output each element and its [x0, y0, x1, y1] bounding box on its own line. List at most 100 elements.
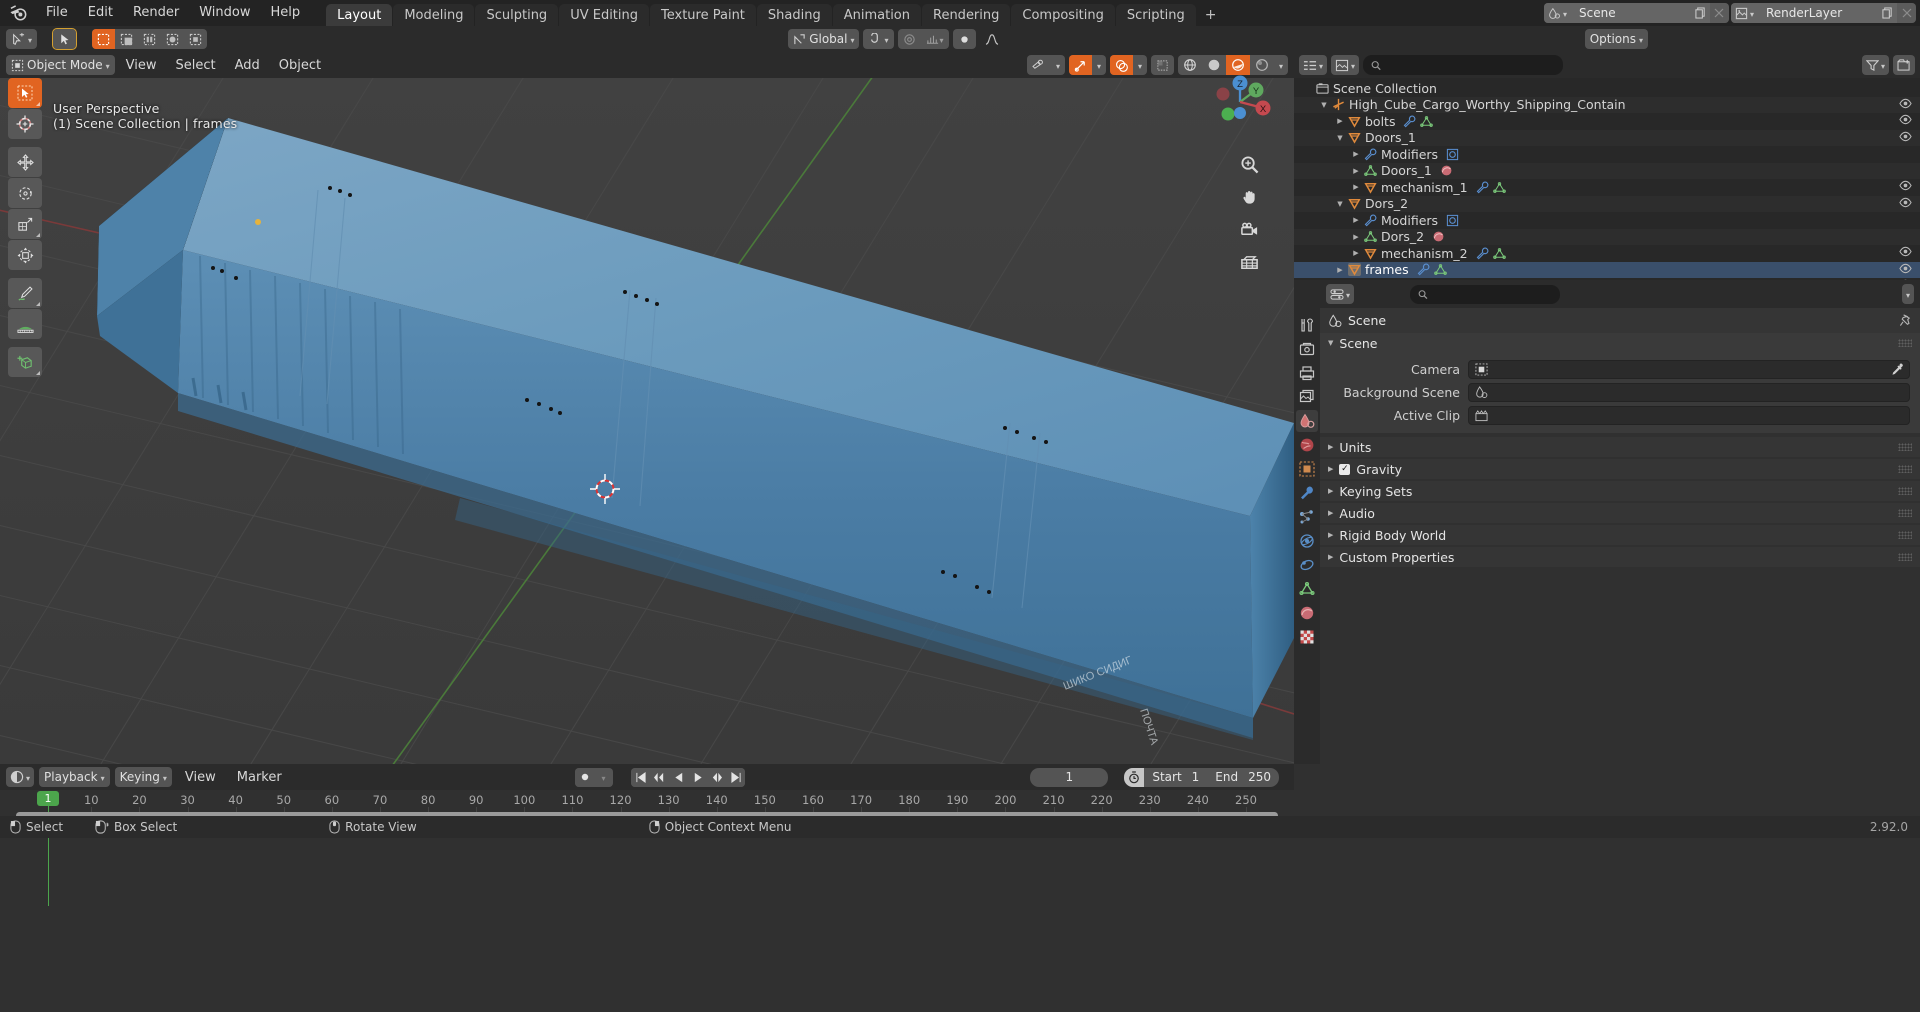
mesh-data-icon[interactable] [1433, 263, 1447, 276]
tab-rendering[interactable]: Rendering [922, 4, 1011, 28]
tool-transform[interactable] [8, 240, 42, 270]
chevron-down-icon[interactable]: ▼ [1334, 200, 1346, 208]
auto-keyframe-group[interactable]: ▾ [575, 767, 614, 787]
viewport-menu-object[interactable]: Object [271, 56, 329, 75]
panel-rigid-body-world[interactable]: ▶ Rigid Body World [1320, 525, 1920, 545]
gizmo-toggle-icon[interactable] [1068, 55, 1092, 75]
outliner-row-dors-2[interactable]: ▶ Dors_2 [1294, 228, 1920, 245]
mesh-data-icon[interactable] [1492, 181, 1506, 194]
jump-to-end-button[interactable] [726, 767, 746, 787]
tab-view-layer[interactable] [1296, 386, 1318, 408]
menu-file[interactable]: File [36, 2, 78, 24]
use-preview-range-icon[interactable] [1124, 767, 1145, 787]
3d-viewport[interactable]: Object Mode ▾ View Select Add Object ▾ ▾… [0, 52, 1294, 764]
eye-icon[interactable] [1899, 180, 1912, 191]
active-clip-field[interactable] [1468, 406, 1910, 425]
tab-object[interactable] [1296, 458, 1318, 480]
properties-search-box[interactable] [1410, 284, 1561, 304]
transform-orientation-selector[interactable]: Global ▾ [788, 29, 860, 49]
tool-tweak-select[interactable] [8, 78, 42, 108]
timeline-menu-marker[interactable]: Marker [229, 768, 290, 787]
prev-keyframe-button[interactable] [650, 767, 670, 787]
panel-gravity[interactable]: ▶ ✓ Gravity [1320, 459, 1920, 479]
falloff-curve-icon[interactable] [980, 29, 1004, 49]
overlays-group[interactable]: ▾ [1109, 55, 1147, 75]
panel-scene-header[interactable]: ▼ Scene [1320, 333, 1920, 353]
delete-view-layer-button[interactable] [1897, 3, 1916, 23]
panel-units[interactable]: ▶ Units [1320, 437, 1920, 457]
modifier-icon[interactable] [1446, 214, 1459, 227]
proportional-edit-icon[interactable] [898, 29, 921, 49]
outliner-display-mode-button[interactable]: ▾ [1331, 55, 1360, 75]
tool-move[interactable] [8, 147, 42, 177]
play-button[interactable] [688, 767, 708, 787]
gravity-checkbox[interactable]: ✓ [1339, 463, 1351, 475]
outliner-search-input[interactable] [1386, 58, 1556, 72]
add-workspace-button[interactable]: + [1197, 3, 1225, 27]
xray-group[interactable] [1150, 55, 1174, 75]
outliner-row-modifiers[interactable]: ▶ Modifiers [1294, 212, 1920, 229]
timeline-scrubber[interactable]: 10 20 30 40 50 60 70 80 90 100 110 120 130 140 150 160 1… [0, 790, 1294, 906]
chevron-right-icon[interactable]: ▶ [1350, 216, 1362, 224]
chevron-right-icon[interactable]: ▶ [1350, 249, 1362, 257]
jump-to-start-button[interactable] [631, 767, 651, 787]
timeline-menu-view[interactable]: View [177, 768, 224, 787]
menu-help[interactable]: Help [261, 2, 311, 24]
auto-keyframe-icon[interactable] [575, 767, 595, 787]
end-frame-field[interactable]: End 250 [1207, 768, 1279, 787]
outliner-row-high-cube-cargo-worthy-shipping-contain[interactable]: ▼ High_Cube_Cargo_Worthy_Shipping_Contain [1294, 96, 1920, 113]
orthographic-toggle-icon[interactable] [1237, 251, 1262, 276]
modifier-icon[interactable] [1446, 148, 1459, 161]
eye-icon[interactable] [1899, 279, 1912, 280]
timeline-editor-type-button[interactable]: ▾ [6, 767, 35, 787]
tab-world[interactable] [1296, 434, 1318, 456]
material-icon[interactable] [1432, 230, 1445, 243]
viewport-menu-add[interactable]: Add [227, 56, 268, 75]
mesh-data-icon[interactable] [1420, 115, 1434, 128]
material-icon[interactable] [1440, 164, 1453, 177]
eyedropper-icon[interactable] [1891, 363, 1904, 376]
tab-shading[interactable]: Shading [756, 4, 832, 28]
tab-scripting[interactable]: Scripting [1115, 4, 1196, 28]
blender-logo-icon[interactable] [6, 3, 30, 23]
tool-cursor[interactable] [8, 109, 42, 139]
chevron-right-icon[interactable]: ▶ [1334, 117, 1346, 125]
outliner-row-modifiers[interactable]: ▶ Modifiers [1294, 146, 1920, 163]
xray-toggle-icon[interactable] [1151, 55, 1174, 75]
tab-output[interactable] [1296, 362, 1318, 384]
wrench-icon[interactable] [1476, 247, 1489, 260]
chevron-right-icon[interactable]: ▶ [1350, 167, 1362, 175]
eye-icon[interactable] [1899, 197, 1912, 208]
tab-tool[interactable] [1296, 314, 1318, 336]
proportional-falloff-icon[interactable]: ▾ [921, 29, 949, 49]
panel-custom-properties[interactable]: ▶ Custom Properties [1320, 547, 1920, 567]
tab-material[interactable] [1296, 602, 1318, 624]
tab-modifiers[interactable] [1296, 482, 1318, 504]
tab-scene[interactable] [1296, 410, 1318, 432]
camera-field[interactable] [1468, 360, 1910, 379]
overlays-toggle-icon[interactable] [1109, 55, 1133, 75]
select-extend-icon[interactable] [115, 29, 138, 49]
view-layer-icon[interactable]: ▾ [1730, 3, 1758, 23]
start-frame-field[interactable]: Start 1 [1144, 768, 1207, 787]
tab-compositing[interactable]: Compositing [1011, 4, 1115, 28]
tab-physics[interactable] [1296, 530, 1318, 552]
proportional-edit-group[interactable]: ▾ [897, 29, 949, 49]
snap-toggle-button[interactable]: ▾ [863, 29, 894, 49]
playback-controls[interactable] [631, 767, 746, 787]
menu-render[interactable]: Render [123, 2, 189, 24]
chevron-right-icon[interactable]: ▶ [1350, 150, 1362, 158]
scene-icon[interactable]: ▾ [1543, 3, 1571, 23]
chevron-right-icon[interactable]: ▶ [1334, 266, 1346, 274]
outliner-row-scene-collection[interactable]: Scene Collection [1294, 80, 1920, 97]
viewport-menu-select[interactable]: Select [167, 56, 223, 75]
panel-keying-sets[interactable]: ▶ Keying Sets [1320, 481, 1920, 501]
gizmo-dropdown-icon[interactable]: ▾ [1092, 55, 1106, 75]
scene-selector[interactable]: ▾ Scene [1543, 3, 1729, 23]
frame-range-group[interactable]: Start 1 End 250 [1124, 767, 1280, 787]
tool-annotate[interactable] [8, 278, 42, 308]
visibility-dropdown-icon[interactable]: ▾ [1051, 55, 1065, 75]
overlays-dropdown-icon[interactable]: ▾ [1133, 55, 1147, 75]
select-subtract-icon[interactable] [138, 29, 161, 49]
wrench-icon[interactable] [1417, 263, 1430, 276]
